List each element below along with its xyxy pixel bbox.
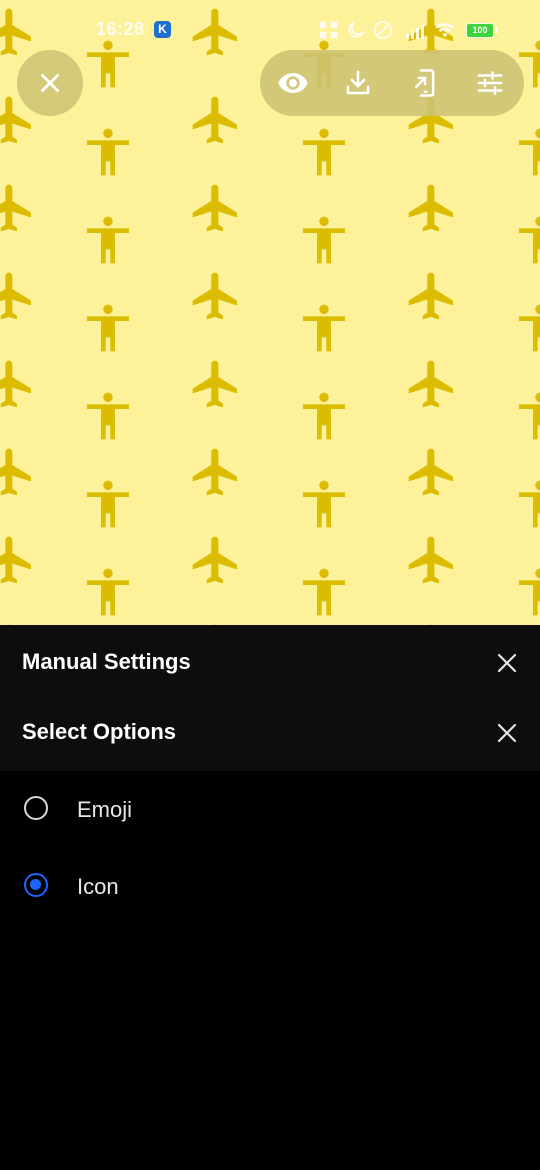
airplane-icon (0, 360, 32, 408)
preview-toolbar (260, 50, 524, 116)
do-not-disturb-icon (373, 20, 393, 40)
close-manual-settings-button[interactable] (489, 645, 525, 681)
airplane-icon (408, 184, 453, 232)
set-wallpaper-button[interactable] (401, 59, 449, 107)
accessibility-person-icon (519, 216, 540, 264)
airplane-icon (0, 448, 32, 496)
close-icon (41, 74, 59, 92)
accessibility-person-icon (519, 480, 540, 528)
option-label-emoji: Emoji (77, 797, 133, 822)
accessibility-person-icon (87, 216, 129, 264)
option-icon[interactable]: Icon (0, 850, 540, 926)
accessibility-person-icon (303, 568, 345, 616)
settings-sheet-header: Manual Settings Select Options (0, 625, 540, 771)
close-preview-button[interactable] (17, 50, 83, 116)
select-options-row: Select Options (0, 695, 540, 765)
moon-icon (348, 21, 365, 38)
set-wallpaper-icon (415, 69, 435, 97)
accessibility-person-icon (519, 392, 540, 440)
airplane-icon (408, 448, 453, 496)
accessibility-person-icon (303, 304, 345, 352)
download-icon (346, 70, 370, 95)
airplane-icon (0, 184, 32, 232)
wifi-icon (435, 23, 455, 38)
accessibility-person-icon (87, 480, 129, 528)
preview-button[interactable] (269, 59, 317, 107)
airplane-icon (192, 536, 237, 584)
accessibility-person-icon (87, 392, 129, 440)
airplane-icon (408, 360, 453, 408)
tune-sliders-icon (477, 71, 503, 95)
settings-sliders-button[interactable] (466, 59, 514, 107)
close-select-options-button[interactable] (489, 715, 525, 751)
signal-icon (406, 25, 424, 39)
airplane-icon (0, 272, 32, 320)
close-icon (497, 723, 517, 743)
airplane-icon (192, 360, 237, 408)
accessibility-person-icon (303, 392, 345, 440)
accessibility-person-icon (87, 304, 129, 352)
accessibility-person-icon (303, 128, 345, 176)
status-time: 16:28 (96, 19, 145, 39)
manual-settings-row: Manual Settings (0, 625, 540, 695)
data-usage-icon (319, 21, 338, 39)
battery-tip (496, 27, 498, 33)
accessibility-person-icon (519, 128, 540, 176)
download-button[interactable] (334, 59, 382, 107)
airplane-icon (0, 536, 32, 584)
accessibility-person-icon (519, 304, 540, 352)
radio-emoji[interactable] (24, 796, 48, 820)
radio-icon-selected[interactable] (24, 873, 48, 897)
accessibility-person-icon (519, 568, 540, 616)
accessibility-person-icon (87, 128, 129, 176)
option-emoji[interactable]: Emoji (0, 773, 540, 849)
select-options-title: Select Options (22, 719, 177, 744)
battery-indicator: 100 (466, 23, 494, 38)
app-notification-badge: K (154, 21, 171, 38)
option-label-icon: Icon (77, 874, 119, 899)
close-icon (497, 653, 517, 673)
airplane-icon (192, 96, 237, 144)
airplane-icon (408, 272, 453, 320)
airplane-icon (192, 184, 237, 232)
airplane-icon (408, 536, 453, 584)
manual-settings-title: Manual Settings (22, 649, 191, 674)
accessibility-person-icon (87, 568, 129, 616)
airplane-icon (192, 272, 237, 320)
accessibility-person-icon (303, 216, 345, 264)
airplane-icon (192, 448, 237, 496)
eye-icon (278, 73, 308, 93)
accessibility-person-icon (303, 480, 345, 528)
